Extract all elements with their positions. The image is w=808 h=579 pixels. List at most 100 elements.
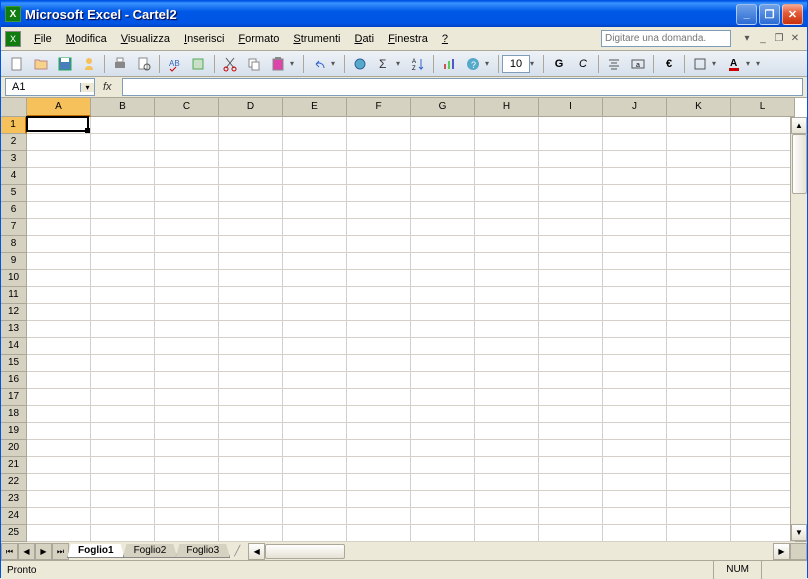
cell[interactable] [27,355,91,372]
align-center-button[interactable] [603,53,625,75]
cell[interactable] [283,151,347,168]
cell[interactable] [219,202,283,219]
font-color-button[interactable]: A [723,53,745,75]
save-button[interactable] [54,53,76,75]
row-header-5[interactable]: 5 [1,185,27,202]
sheet-tab-foglio3[interactable]: Foglio3 [175,544,230,558]
cell[interactable] [219,355,283,372]
cell[interactable] [283,287,347,304]
sheet-tab-foglio2[interactable]: Foglio2 [123,544,178,558]
cell[interactable] [91,151,155,168]
tab-first-button[interactable]: ⏮ [1,543,18,560]
cell[interactable] [411,491,475,508]
cell[interactable] [347,457,411,474]
column-header-E[interactable]: E [283,98,347,117]
cell[interactable] [347,389,411,406]
column-header-B[interactable]: B [91,98,155,117]
cell[interactable] [603,355,667,372]
cell[interactable] [347,270,411,287]
cell[interactable] [283,338,347,355]
cell[interactable] [667,287,731,304]
cell[interactable] [603,304,667,321]
cell[interactable] [283,270,347,287]
cell[interactable] [539,219,603,236]
cell[interactable] [219,134,283,151]
cell[interactable] [475,270,539,287]
cell[interactable] [91,355,155,372]
currency-button[interactable]: € [658,53,680,75]
cell[interactable] [219,253,283,270]
cell[interactable] [283,406,347,423]
research-button[interactable] [188,53,210,75]
name-box-dropdown[interactable]: ▾ [80,83,94,92]
row-header-22[interactable]: 22 [1,474,27,491]
cell[interactable] [603,491,667,508]
row-header-25[interactable]: 25 [1,525,27,542]
row-header-18[interactable]: 18 [1,406,27,423]
cell[interactable] [347,440,411,457]
column-header-F[interactable]: F [347,98,411,117]
help-search-input[interactable] [601,30,731,47]
cell[interactable] [411,457,475,474]
maximize-button[interactable]: ❐ [759,4,780,25]
cell[interactable] [603,151,667,168]
cell[interactable] [155,321,219,338]
cell[interactable] [27,270,91,287]
cell[interactable] [411,474,475,491]
cell[interactable] [347,372,411,389]
scroll-left-button[interactable]: ◀ [248,543,265,560]
cell[interactable] [667,406,731,423]
hyperlink-button[interactable] [349,53,371,75]
borders-button[interactable] [689,53,711,75]
scroll-right-button[interactable]: ▶ [773,543,790,560]
row-header-20[interactable]: 20 [1,440,27,457]
fx-button[interactable]: fx [103,81,112,93]
cell[interactable] [731,474,795,491]
cell[interactable] [155,355,219,372]
scroll-up-button[interactable]: ▲ [791,117,807,134]
cell[interactable] [347,508,411,525]
cell[interactable] [731,151,795,168]
menu-file[interactable]: File [27,31,59,47]
cell[interactable] [539,151,603,168]
horizontal-scrollbar[interactable]: ◀ ▶ [248,543,790,560]
cell[interactable] [475,372,539,389]
cell[interactable] [155,168,219,185]
cell[interactable] [27,508,91,525]
cell[interactable] [283,117,347,134]
cell[interactable] [539,423,603,440]
cell[interactable] [667,474,731,491]
cell[interactable] [155,219,219,236]
cell[interactable] [347,253,411,270]
cell[interactable] [603,406,667,423]
cell[interactable] [347,321,411,338]
cell[interactable] [91,236,155,253]
cell[interactable] [539,491,603,508]
cell[interactable] [283,185,347,202]
cell[interactable] [603,168,667,185]
sheet-tab-foglio1[interactable]: Foglio1 [67,544,125,558]
menu-visualizza[interactable]: Visualizza [114,31,177,47]
sort-asc-button[interactable]: AZ [407,53,429,75]
cell[interactable] [91,219,155,236]
cell[interactable] [539,117,603,134]
cell[interactable] [347,134,411,151]
cell[interactable] [219,338,283,355]
cell[interactable] [539,270,603,287]
undo-dropdown[interactable]: ▾ [331,59,341,68]
menu-?[interactable]: ? [435,31,455,47]
cell[interactable] [27,406,91,423]
cell[interactable] [155,508,219,525]
paste-dropdown[interactable]: ▾ [290,59,300,68]
cell[interactable] [539,508,603,525]
cell[interactable] [603,423,667,440]
cell[interactable] [219,304,283,321]
cell[interactable] [347,525,411,542]
cell[interactable] [91,338,155,355]
cell[interactable] [603,270,667,287]
cell[interactable] [347,202,411,219]
cell[interactable] [91,134,155,151]
cell[interactable] [539,525,603,542]
cell[interactable] [667,338,731,355]
cell[interactable] [667,457,731,474]
